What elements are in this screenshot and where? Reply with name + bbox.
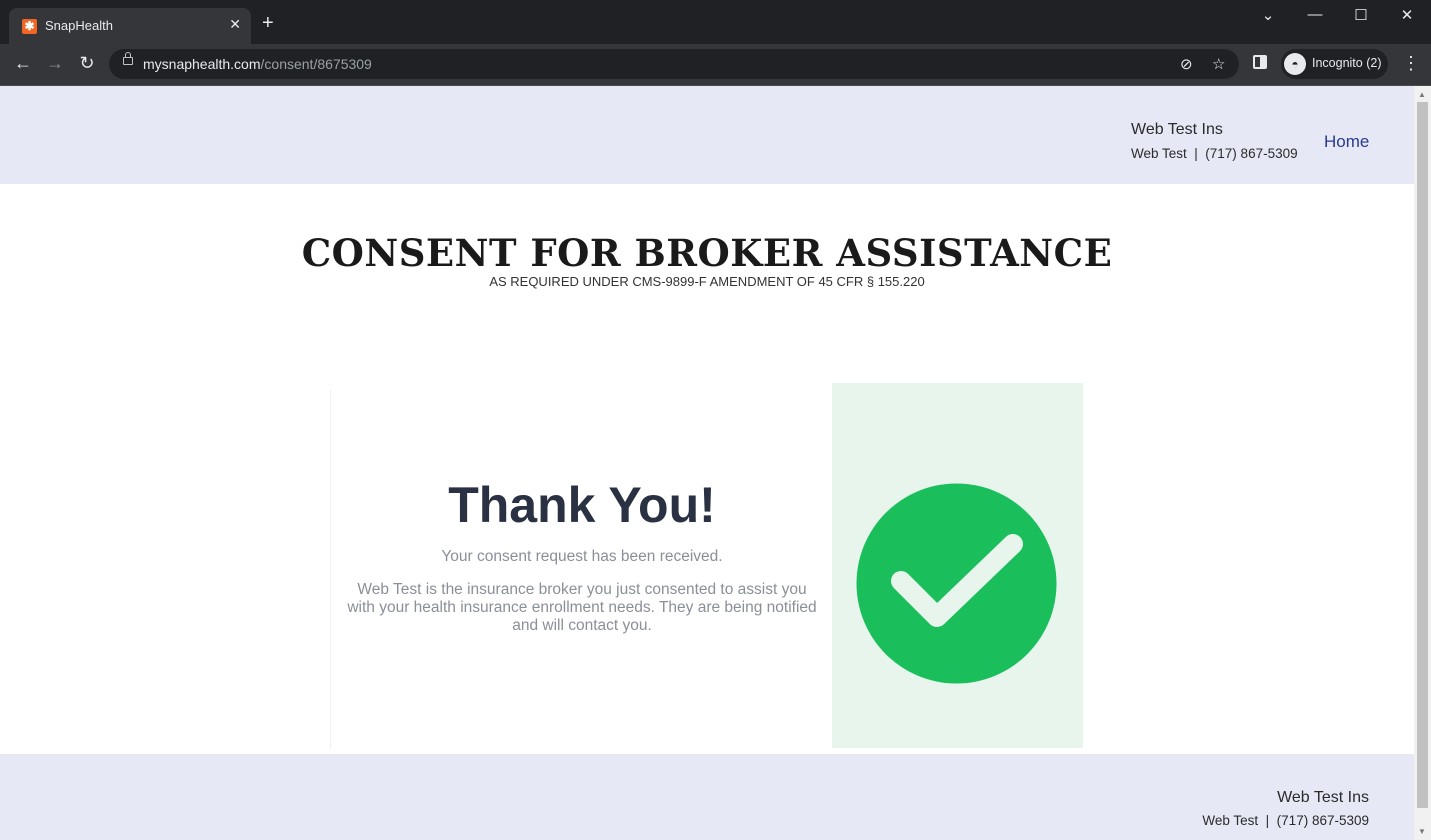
page-scrollbar[interactable]: ▲ ▼ (1414, 86, 1431, 840)
home-link[interactable]: Home (1324, 132, 1369, 152)
url-domain: mysnaphealth.com (143, 56, 261, 72)
header-contact: Web Test | (717) 867-5309 (1131, 146, 1298, 161)
maximize-icon[interactable]: ☐ (1351, 6, 1371, 24)
url-text: mysnaphealth.com/consent/8675309 (143, 56, 372, 72)
close-tab-icon[interactable]: ✕ (229, 16, 241, 33)
url-path: /consent/8675309 (260, 56, 372, 72)
header-org-name: Web Test Ins (1131, 121, 1223, 138)
tab-search-chevron-icon[interactable]: ⌄ (1258, 6, 1278, 24)
confirmation-message-panel: Thank You! Your consent request has been… (330, 390, 833, 750)
page-viewport: Web Test Ins Web Test | (717) 867-5309 H… (0, 86, 1414, 840)
browser-menu-icon[interactable]: ⋮ (1402, 53, 1420, 74)
reload-icon[interactable]: ↻ (76, 53, 98, 73)
site-footer: Web Test Ins Web Test | (717) 867-5309 (0, 754, 1414, 840)
incognito-label: Incognito (2) (1312, 56, 1382, 70)
scrollbar-thumb[interactable] (1417, 102, 1428, 808)
broker-info-message: Web Test is the insurance broker you jus… (347, 581, 817, 634)
site-header: Web Test Ins Web Test | (717) 867-5309 H… (0, 86, 1414, 184)
success-panel (832, 383, 1083, 748)
minimize-icon[interactable]: — (1305, 6, 1325, 23)
back-icon[interactable]: ← (12, 53, 34, 73)
lock-icon (123, 52, 133, 65)
footer-contact: Web Test | (717) 867-5309 (1202, 813, 1369, 828)
thank-you-heading: Thank You! (448, 477, 716, 533)
browser-tab[interactable]: ✱ SnapHealth ✕ (9, 8, 251, 44)
snaphealth-favicon-icon: ✱ (22, 19, 37, 34)
bookmark-star-icon[interactable]: ☆ (1212, 55, 1225, 73)
received-message: Your consent request has been received. (441, 548, 723, 565)
scroll-up-icon[interactable]: ▲ (1418, 90, 1426, 99)
success-check-icon (856, 483, 1057, 684)
browser-toolbar: ← → ↻ mysnaphealth.com/consent/8675309 ⊘… (0, 44, 1431, 86)
page-title: CONSENT FOR BROKER ASSISTANCE (301, 231, 1113, 275)
incognito-icon: ◓ (1284, 53, 1306, 75)
scroll-down-icon[interactable]: ▼ (1418, 827, 1426, 836)
incognito-button[interactable]: ◓ Incognito (2) (1281, 49, 1388, 79)
footer-org-name: Web Test Ins (1277, 789, 1369, 806)
side-panel-icon[interactable] (1253, 55, 1267, 69)
close-window-icon[interactable]: ✕ (1397, 6, 1417, 24)
tab-title: SnapHealth (45, 18, 113, 33)
new-tab-icon[interactable]: + (262, 13, 274, 33)
page-subtitle: AS REQUIRED UNDER CMS-9899-F AMENDMENT O… (489, 274, 925, 289)
eye-slash-icon[interactable]: ⊘ (1180, 55, 1193, 73)
forward-icon[interactable]: → (44, 53, 66, 73)
browser-tab-bar: ✱ SnapHealth ✕ + ⌄ — ☐ ✕ (0, 0, 1431, 44)
address-bar[interactable]: mysnaphealth.com/consent/8675309 ⊘ ☆ (109, 49, 1239, 79)
